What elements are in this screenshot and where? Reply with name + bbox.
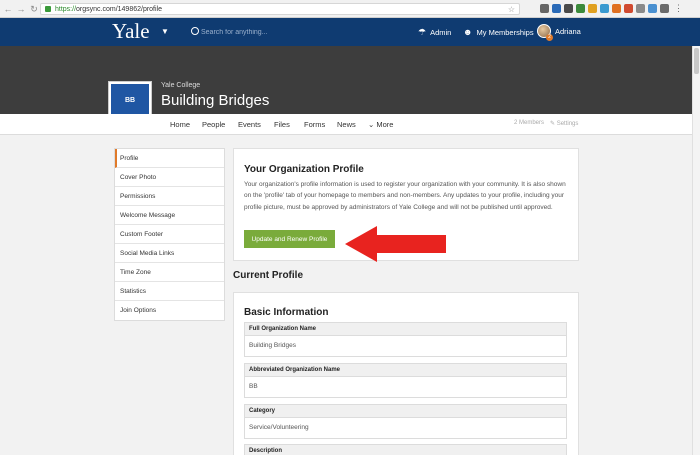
admin-label: Admin: [430, 28, 452, 37]
tab-forms[interactable]: Forms: [304, 120, 325, 129]
extension-icon[interactable]: [576, 4, 585, 13]
extension-icon[interactable]: [636, 4, 645, 13]
parent-org[interactable]: Yale College: [161, 82, 200, 89]
red-arrow-annotation: [345, 226, 446, 262]
admin-link[interactable]: ☂ Admin: [418, 27, 451, 38]
chevron-down-icon[interactable]: ▼: [161, 27, 169, 36]
field-full-name: Full Organization Name Building Bridges: [244, 322, 567, 357]
field-value: Building Bridges: [249, 342, 296, 349]
basic-information-heading: Basic Information: [244, 307, 329, 318]
memberships-link[interactable]: ☻ My Memberships: [463, 27, 534, 37]
current-profile-heading: Current Profile: [233, 270, 304, 281]
extension-icon[interactable]: [612, 4, 621, 13]
address-bar[interactable]: https://orgsync.com/149862/profile ☆: [40, 3, 520, 15]
field-abbreviated-name: Abbreviated Organization Name BB: [244, 363, 567, 398]
chevron-down-icon: ⌄: [368, 120, 375, 129]
tab-files[interactable]: Files: [274, 120, 290, 129]
wrench-icon: ✎: [550, 121, 556, 127]
tab-more[interactable]: ⌄ More: [368, 120, 393, 129]
settings-label: Settings: [556, 121, 579, 127]
sidebar-item-social-media-links[interactable]: Social Media Links: [115, 244, 224, 263]
extension-icon[interactable]: [648, 4, 657, 13]
settings-sidebar: Profile Cover Photo Permissions Welcome …: [114, 148, 225, 321]
sidebar-item-join-options[interactable]: Join Options: [115, 301, 224, 320]
field-value: Service/Volunteering: [249, 424, 309, 431]
field-label: Category: [245, 405, 566, 418]
cover-banner: [0, 46, 700, 114]
update-renew-profile-button[interactable]: Update and Renew Profile: [244, 230, 335, 248]
page-scrollbar[interactable]: [692, 46, 700, 455]
lock-icon: [45, 6, 51, 12]
extension-icon[interactable]: [624, 4, 633, 13]
sidebar-item-permissions[interactable]: Permissions: [115, 187, 224, 206]
field-label: Abbreviated Organization Name: [245, 364, 566, 377]
field-description: Description: [244, 444, 567, 455]
scrollbar-thumb[interactable]: [694, 48, 699, 74]
forward-icon[interactable]: →: [16, 3, 26, 15]
menu-icon[interactable]: ⋮: [674, 4, 683, 13]
field-value: BB: [249, 383, 258, 390]
extension-icon[interactable]: [660, 4, 669, 13]
back-icon[interactable]: ←: [3, 3, 13, 15]
search-input[interactable]: [201, 25, 351, 39]
tab-people[interactable]: People: [202, 120, 225, 129]
extension-icon[interactable]: [588, 4, 597, 13]
extension-icon[interactable]: [552, 4, 561, 13]
user-name[interactable]: Adriana: [555, 27, 581, 36]
field-label: Description: [245, 445, 566, 455]
page-title: Building Bridges: [161, 92, 270, 109]
extension-icon[interactable]: [600, 4, 609, 13]
settings-link[interactable]: ✎ Settings: [550, 120, 578, 127]
profile-card-description: Your organization's profile information …: [244, 181, 566, 211]
notification-badge: 2: [546, 34, 553, 41]
sidebar-item-welcome-message[interactable]: Welcome Message: [115, 206, 224, 225]
member-count[interactable]: 2 Members: [514, 120, 544, 126]
field-category: Category Service/Volunteering: [244, 404, 567, 439]
extension-icon[interactable]: [540, 4, 549, 13]
yale-logo[interactable]: Yale: [112, 19, 150, 44]
sidebar-item-time-zone[interactable]: Time Zone: [115, 263, 224, 282]
tab-more-label: More: [376, 120, 394, 129]
tab-events[interactable]: Events: [238, 120, 261, 129]
sidebar-item-cover-photo[interactable]: Cover Photo: [115, 168, 224, 187]
umbrella-icon: ☂: [418, 27, 427, 37]
profile-card-title: Your Organization Profile: [244, 164, 364, 175]
tab-home[interactable]: Home: [170, 120, 190, 129]
sidebar-item-profile[interactable]: Profile: [115, 149, 224, 168]
tab-news[interactable]: News: [337, 120, 356, 129]
people-icon: ☻: [463, 27, 473, 37]
memberships-label: My Memberships: [476, 27, 534, 37]
url-scheme: https://: [55, 6, 77, 13]
field-label: Full Organization Name: [245, 323, 566, 336]
url-path: orgsync.com/149862/profile: [76, 6, 163, 13]
extension-icon[interactable]: [564, 4, 573, 13]
reload-icon[interactable]: ↻: [29, 3, 39, 15]
sidebar-item-statistics[interactable]: Statistics: [115, 282, 224, 301]
search-icon: [191, 27, 199, 35]
org-initials: BB: [124, 97, 136, 104]
sidebar-item-custom-footer[interactable]: Custom Footer: [115, 225, 224, 244]
bookmark-star-icon[interactable]: ☆: [508, 4, 515, 15]
